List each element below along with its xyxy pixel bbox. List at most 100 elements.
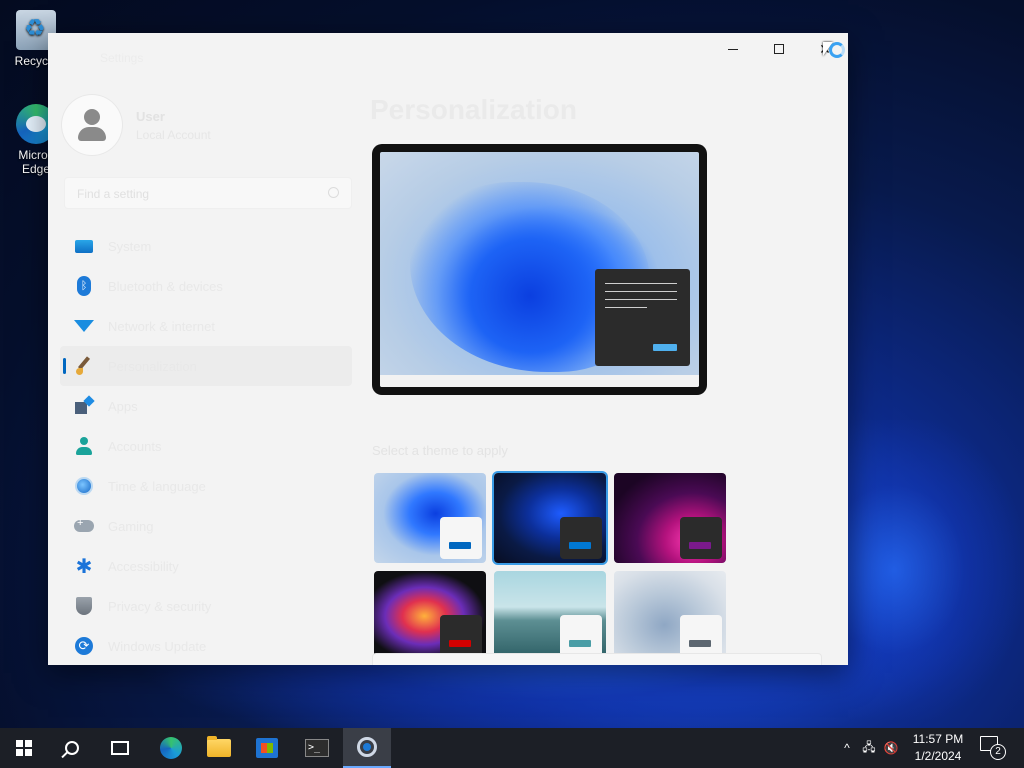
sidebar-item-apps[interactable]: Apps: [60, 386, 352, 426]
theme-captured-motion[interactable]: [374, 571, 486, 661]
sidebar-item-accounts[interactable]: Accounts: [60, 426, 352, 466]
window-title: Settings: [100, 51, 144, 65]
date-text: 1/2/2024: [914, 749, 962, 763]
sidebar-item-label: System: [108, 238, 152, 254]
sidebar-item-time-language[interactable]: Time & language: [60, 466, 352, 506]
maximize-icon: [774, 44, 784, 54]
sidebar-item-windows-update[interactable]: ⟳ Windows Update: [60, 626, 352, 665]
page-title: Personalization: [370, 94, 577, 125]
sidebar-item-label: Gaming: [108, 518, 154, 534]
search-button[interactable]: [48, 728, 96, 768]
theme-accent: [449, 640, 471, 647]
background-settings-card[interactable]: [372, 653, 822, 665]
accessibility-icon: ✱: [75, 555, 93, 578]
clock[interactable]: 11:57 PM 1/2/2024: [903, 731, 973, 765]
windows-logo-icon: [16, 740, 32, 756]
busy-indicator-icon: [829, 42, 845, 58]
theme-chip: [440, 517, 482, 559]
settings-window: Settings ✕ User Local Account Find a set…: [48, 33, 848, 665]
sidebar-item-label: Network & internet: [108, 318, 215, 334]
volume-muted-icon[interactable]: 🔇: [880, 728, 902, 768]
gamepad-icon: [74, 516, 94, 536]
theme-glow[interactable]: [614, 473, 726, 563]
title-bar[interactable]: Settings ✕: [48, 33, 848, 81]
terminal-button[interactable]: >_: [293, 728, 341, 768]
search-icon: [65, 741, 79, 755]
terminal-icon: >_: [305, 739, 329, 757]
avatar: [62, 95, 122, 155]
brush-icon: [74, 356, 94, 376]
sidebar-item-label: Accounts: [108, 438, 162, 454]
sidebar-item-label: Bluetooth & devices: [108, 278, 223, 294]
edge-icon: [160, 737, 182, 759]
notification-center-button[interactable]: 2: [980, 736, 1006, 760]
network-icon[interactable]: 🖧: [858, 728, 880, 768]
preview-window-sample: [595, 269, 690, 366]
taskbar: >_ ^ 🖧 🔇 11:57 PM 1/2/2024 2: [0, 728, 1024, 768]
profile-account-type: Local Account: [136, 127, 211, 142]
sidebar-item-gaming[interactable]: Gaming: [60, 506, 352, 546]
theme-chip: [560, 615, 602, 657]
settings-button[interactable]: [343, 728, 391, 768]
store-icon: [256, 738, 278, 758]
search-input[interactable]: Find a setting: [64, 177, 352, 209]
theme-accent: [689, 542, 711, 549]
sidebar-nav: System ᛒ Bluetooth & devices Network & i…: [60, 226, 352, 665]
theme-chip: [680, 615, 722, 657]
theme-section-label: Select a theme to apply: [372, 443, 508, 458]
user-profile[interactable]: User Local Account: [62, 95, 211, 155]
theme-chip: [440, 615, 482, 657]
sidebar-item-bluetooth-devices[interactable]: ᛒ Bluetooth & devices: [60, 266, 352, 306]
sidebar-item-accessibility[interactable]: ✱ Accessibility: [60, 546, 352, 586]
shield-icon: [74, 596, 94, 616]
task-view-button[interactable]: [96, 728, 144, 768]
minimize-button[interactable]: [710, 33, 756, 65]
update-icon: ⟳: [74, 636, 94, 656]
theme-chip: [560, 517, 602, 559]
theme-chip: [680, 517, 722, 559]
theme-accent: [689, 640, 711, 647]
sidebar-item-label: Privacy & security: [108, 598, 212, 614]
profile-name: User: [136, 108, 165, 124]
system-icon: [74, 236, 94, 256]
sidebar-item-personalization[interactable]: Personalization: [60, 346, 352, 386]
task-view-icon: [111, 741, 129, 755]
sidebar-item-label: Windows Update: [108, 638, 207, 654]
maximize-button[interactable]: [756, 33, 802, 65]
sidebar-item-label: Accessibility: [108, 558, 179, 574]
theme-accent: [449, 542, 471, 549]
time-text: 11:57 PM: [912, 732, 964, 746]
theme-windows-light[interactable]: [374, 473, 486, 563]
theme-windows-dark[interactable]: [494, 473, 606, 563]
folder-icon: [207, 736, 231, 757]
main-content: Personalization Select a theme to apply: [370, 81, 848, 665]
sidebar-item-privacy-security[interactable]: Privacy & security: [60, 586, 352, 626]
edge-button[interactable]: [147, 728, 195, 768]
bluetooth-icon: ᛒ: [74, 276, 94, 296]
account-icon: [74, 436, 94, 456]
sidebar-item-system[interactable]: System: [60, 226, 352, 266]
search-placeholder: Find a setting: [77, 187, 150, 201]
theme-preview: [372, 144, 707, 395]
theme-flow[interactable]: [614, 571, 726, 661]
sidebar-item-label: Personalization: [108, 358, 197, 374]
system-tray: ^ 🖧 🔇: [836, 728, 902, 768]
preview-wallpaper: [380, 152, 699, 387]
chevron-up-icon[interactable]: ^: [836, 728, 858, 768]
file-explorer-button[interactable]: [195, 728, 243, 768]
preview-accent-button: [653, 344, 677, 351]
minimize-icon: [728, 48, 738, 50]
sidebar: User Local Account Find a setting System…: [48, 81, 358, 665]
sidebar-item-network-internet[interactable]: Network & internet: [60, 306, 352, 346]
globe-clock-icon: [74, 476, 94, 496]
theme-accent: [569, 542, 591, 549]
start-button[interactable]: [0, 728, 48, 768]
preview-taskbar: [380, 375, 699, 387]
sidebar-item-label: Apps: [108, 398, 138, 414]
theme-sunrise[interactable]: [494, 571, 606, 661]
store-button[interactable]: [243, 728, 291, 768]
sidebar-item-label: Time & language: [108, 478, 206, 494]
theme-accent: [569, 640, 591, 647]
wifi-icon: [74, 316, 94, 336]
notification-count-badge: 2: [990, 744, 1006, 760]
